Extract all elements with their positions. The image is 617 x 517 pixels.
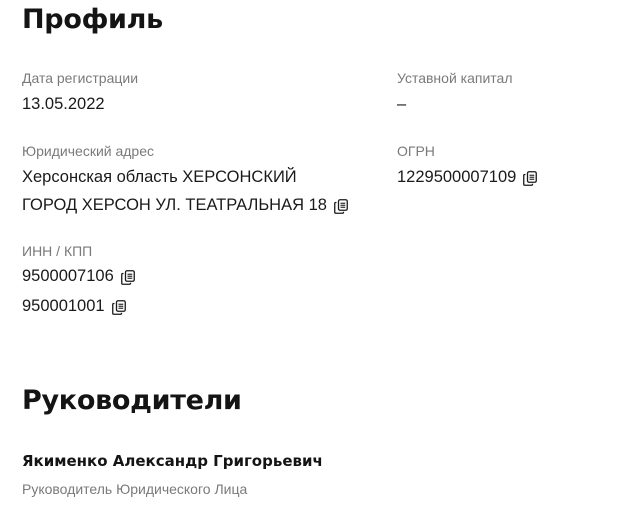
- inn-text: 9500007106: [22, 267, 114, 285]
- legal-address-value: Херсонская область ХЕРСОНСКИЙ ГОРОД ХЕРС…: [22, 165, 348, 218]
- copy-icon[interactable]: [111, 300, 126, 315]
- kpp-text: 950001001: [22, 297, 105, 315]
- managers-title: Руководители: [22, 385, 242, 416]
- legal-address-line-1: Херсонская область ХЕРСОНСКИЙ: [22, 165, 348, 190]
- legal-address-line-1-text: Херсонская область ХЕРСОНСКИЙ: [22, 168, 297, 186]
- ogrn-text: 1229500007109: [397, 168, 517, 186]
- manager-role: Руководитель Юридического Лица: [22, 481, 248, 497]
- authorized-capital-value: –: [397, 95, 407, 113]
- copy-icon[interactable]: [334, 199, 348, 214]
- copy-icon[interactable]: [120, 270, 135, 285]
- registration-date-value: 13.05.2022: [22, 95, 105, 113]
- profile-title: Профиль: [22, 4, 163, 35]
- registration-date-label: Дата регистрации: [22, 70, 139, 86]
- ogrn-value: 1229500007109: [397, 165, 538, 190]
- legal-address-line-2-text: ГОРОД ХЕРСОН УЛ. ТЕАТРАЛЬНАЯ 18: [22, 196, 327, 214]
- inn-kpp-label: ИНН / КПП: [22, 243, 93, 259]
- legal-address-line-2: ГОРОД ХЕРСОН УЛ. ТЕАТРАЛЬНАЯ 18: [22, 193, 348, 218]
- kpp-line: 950001001: [22, 294, 135, 319]
- authorized-capital-label: Уставной капитал: [397, 70, 513, 86]
- ogrn-label: ОГРН: [397, 143, 435, 159]
- inn-line: 9500007106: [22, 264, 135, 289]
- copy-icon[interactable]: [523, 171, 538, 186]
- manager-name[interactable]: Якименко Александр Григорьевич: [22, 454, 323, 469]
- ogrn-line: 1229500007109: [397, 165, 538, 190]
- legal-address-label: Юридический адрес: [22, 143, 155, 159]
- inn-kpp-value: 9500007106 950001001: [22, 264, 135, 319]
